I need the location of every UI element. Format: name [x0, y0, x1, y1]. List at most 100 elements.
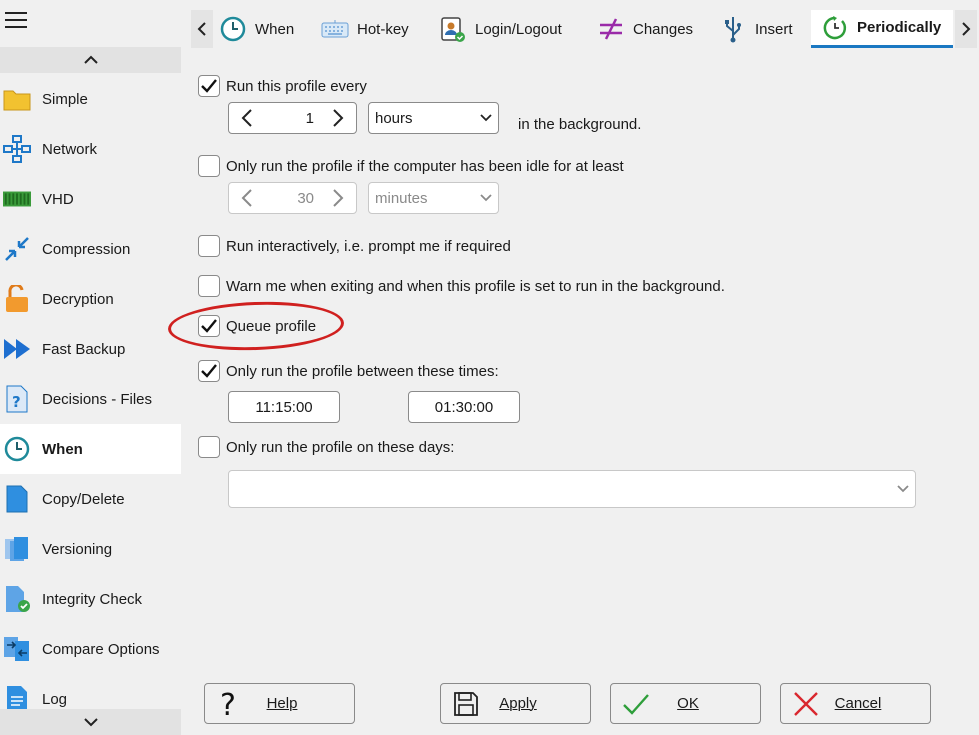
days-label: Only run the profile on these days:: [226, 438, 455, 456]
idle-unit-value: minutes: [375, 189, 428, 207]
tab-hot-key[interactable]: Hot-key: [321, 10, 409, 48]
tab-label: When: [255, 20, 295, 38]
warn-label: Warn me when exiting and when this profi…: [226, 277, 725, 295]
vhd-drive-icon: [3, 185, 31, 213]
sidebar-item-when[interactable]: When: [0, 424, 181, 474]
spinner-decrement-button[interactable]: [229, 183, 265, 213]
checkmark-icon: [616, 684, 656, 724]
sidebar-item-label: Fast Backup: [42, 340, 126, 358]
queue-checkbox[interactable]: [198, 315, 220, 337]
not-equal-icon: [597, 15, 625, 43]
sidebar-item-compression[interactable]: Compression: [0, 224, 181, 274]
sidebar-item-versioning[interactable]: Versioning: [0, 524, 181, 574]
idle-value[interactable]: 30: [265, 190, 320, 207]
days-row: Only run the profile on these days:: [198, 436, 454, 458]
spinner-decrement-button[interactable]: [229, 103, 265, 133]
apply-button-label: Apply: [499, 695, 537, 712]
idle-spinner[interactable]: 30: [228, 182, 357, 214]
sidebar-scroll-up-button[interactable]: [0, 47, 181, 73]
sidebar-item-label: Network: [42, 140, 98, 158]
compare-icon: [3, 635, 31, 663]
sidebar-item-label: Integrity Check: [42, 590, 143, 608]
sidebar-item-decryption[interactable]: Decryption: [0, 274, 181, 324]
checkmark-icon: [201, 319, 217, 333]
sidebar-item-network[interactable]: Network: [0, 124, 181, 174]
chevron-up-icon: [83, 55, 98, 64]
close-icon: [786, 684, 826, 724]
help-button[interactable]: ? Help: [204, 683, 355, 724]
between-times-row: Only run the profile between these times…: [198, 360, 499, 382]
sidebar-item-decisions-files[interactable]: ? Decisions - Files: [0, 374, 181, 424]
sidebar-item-label: Copy/Delete: [42, 490, 125, 508]
run-every-spinner[interactable]: 1: [228, 102, 357, 134]
refresh-clock-icon: [821, 14, 849, 42]
run-every-checkbox[interactable]: [198, 75, 220, 97]
copy-document-icon: [3, 485, 31, 513]
end-time-field[interactable]: 01:30:00: [408, 391, 520, 423]
tab-label: Insert: [755, 20, 793, 38]
sidebar-item-label: Compression: [42, 240, 131, 258]
tab-label: Changes: [633, 20, 694, 38]
interactive-row: Run interactively, i.e. prompt me if req…: [198, 235, 511, 257]
spinner-increment-button[interactable]: [320, 103, 356, 133]
chevron-right-icon: [333, 109, 344, 127]
idle-row: Only run the profile if the computer has…: [198, 155, 624, 177]
start-time-field[interactable]: 11:15:00: [228, 391, 340, 423]
sidebar-item-label: Decryption: [42, 290, 114, 308]
between-times-label: Only run the profile between these times…: [226, 362, 499, 380]
run-every-row: Run this profile every: [198, 75, 367, 97]
sidebar-item-vhd[interactable]: VHD: [0, 174, 181, 224]
cancel-button-label: Cancel: [834, 695, 882, 712]
sidebar-item-simple[interactable]: Simple: [0, 74, 181, 124]
clock-icon: [219, 15, 247, 43]
fast-forward-icon: [3, 335, 31, 363]
hamburger-menu-icon[interactable]: [5, 12, 27, 32]
days-checkbox[interactable]: [198, 436, 220, 458]
sidebar-item-compare-options[interactable]: Compare Options: [0, 624, 181, 674]
warn-row: Warn me when exiting and when this profi…: [198, 275, 725, 297]
sidebar: Simple Network VHD Compression Decryptio…: [0, 0, 181, 735]
ok-button-label: OK: [677, 695, 699, 712]
interactive-checkbox[interactable]: [198, 235, 220, 257]
interactive-label: Run interactively, i.e. prompt me if req…: [226, 237, 511, 255]
save-disk-icon: [446, 684, 486, 724]
apply-button[interactable]: Apply: [440, 683, 591, 724]
sidebar-item-label: VHD: [42, 190, 74, 208]
tab-changes[interactable]: Changes: [597, 10, 693, 48]
run-every-value[interactable]: 1: [265, 110, 320, 127]
tab-scroll-right-button[interactable]: [955, 10, 977, 48]
tab-login-logout[interactable]: Login/Logout: [439, 10, 562, 48]
queue-row: Queue profile: [198, 315, 316, 337]
sidebar-item-label: Log: [42, 690, 68, 708]
tab-when[interactable]: When: [219, 10, 294, 48]
chevron-down-icon: [474, 114, 498, 122]
sidebar-scroll-down-button[interactable]: [0, 709, 181, 735]
spinner-increment-button[interactable]: [320, 183, 356, 213]
cancel-button[interactable]: Cancel: [780, 683, 931, 724]
chevron-left-icon: [197, 22, 206, 36]
idle-checkbox[interactable]: [198, 155, 220, 177]
chevron-down-icon: [83, 718, 98, 727]
days-select[interactable]: [228, 470, 916, 508]
sidebar-item-copy-delete[interactable]: Copy/Delete: [0, 474, 181, 524]
tab-insert[interactable]: Insert: [719, 10, 793, 48]
chevron-left-icon: [241, 109, 252, 127]
queue-label: Queue profile: [226, 317, 317, 335]
tab-scroll-left-button[interactable]: [191, 10, 213, 48]
tab-label: Periodically: [857, 19, 942, 36]
question-mark-icon: ?: [210, 684, 250, 724]
user-badge-icon: [439, 15, 467, 43]
idle-unit-select[interactable]: minutes: [368, 182, 499, 214]
svg-text:?: ?: [12, 393, 21, 411]
network-icon: [3, 135, 31, 163]
between-times-checkbox[interactable]: [198, 360, 220, 382]
tab-periodically[interactable]: Periodically: [811, 10, 953, 48]
ok-button[interactable]: OK: [610, 683, 761, 724]
compress-arrows-icon: [3, 235, 31, 263]
warn-checkbox[interactable]: [198, 275, 220, 297]
help-button-label: Help: [266, 695, 298, 712]
chevron-right-icon: [962, 22, 971, 36]
sidebar-item-fast-backup[interactable]: Fast Backup: [0, 324, 181, 374]
sidebar-item-integrity-check[interactable]: Integrity Check: [0, 574, 181, 624]
run-every-unit-select[interactable]: hours: [368, 102, 499, 134]
